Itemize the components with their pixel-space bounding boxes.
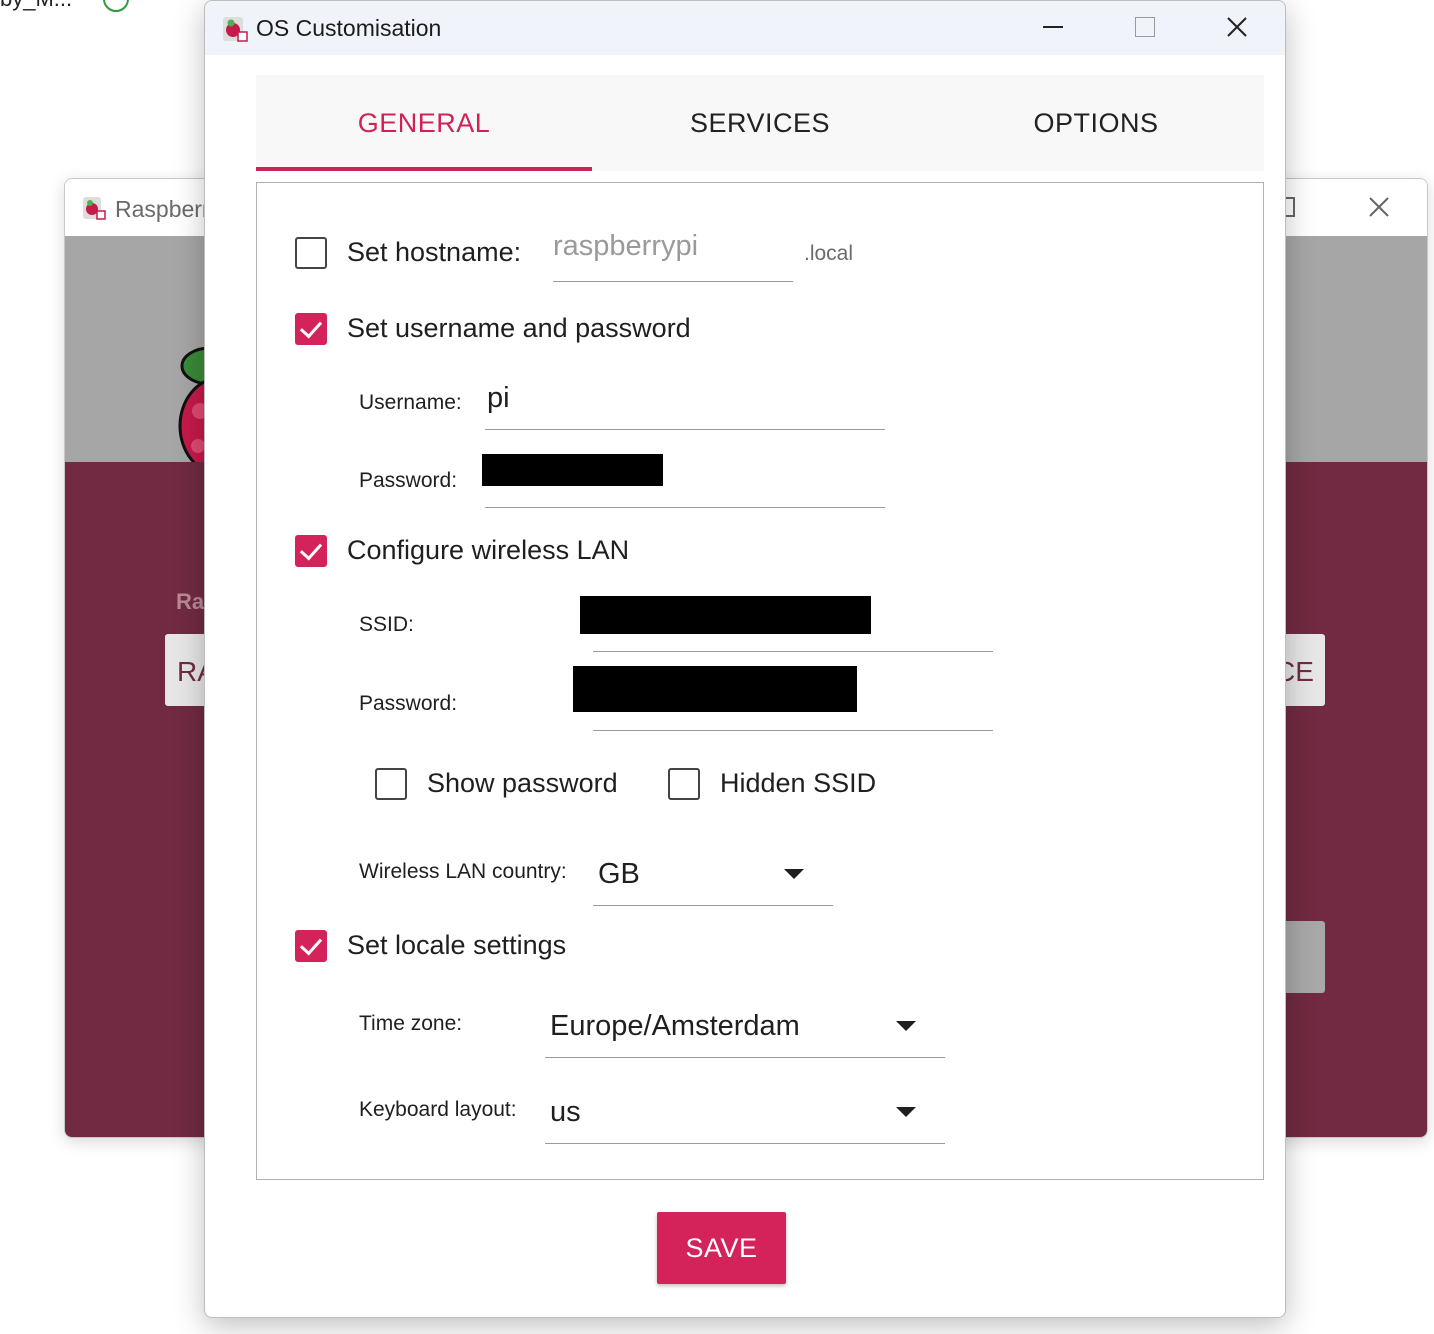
keyboard-layout-value: us (550, 1096, 581, 1128)
wireless-country-label: Wireless LAN country: (359, 860, 567, 883)
configure-wireless-lan-label: Configure wireless LAN (347, 535, 630, 565)
wireless-country-select[interactable]: GB (593, 857, 833, 906)
sync-status-icon (103, 0, 129, 12)
wifi-password-label: Password: (359, 692, 458, 715)
wifi-password-redaction (573, 666, 857, 712)
general-settings-panel: Set hostname: raspberrypi .local Set use… (256, 182, 1264, 1180)
tab-options[interactable]: OPTIONS (928, 75, 1264, 171)
password-redaction (482, 454, 663, 486)
set-hostname-checkbox[interactable] (295, 237, 327, 269)
tab-bar: GENERAL SERVICES OPTIONS (256, 75, 1264, 171)
minimize-icon (1043, 26, 1063, 28)
hostname-suffix: .local (804, 242, 854, 265)
username-input[interactable]: pi (485, 381, 885, 430)
background-section-label: Ra (176, 589, 205, 614)
active-tab-indicator (256, 167, 592, 171)
username-label: Username: (359, 391, 462, 414)
os-customisation-dialog: OS Customisation GENERAL SERVICES OPTION… (204, 0, 1286, 1318)
chevron-down-icon (784, 869, 804, 879)
set-locale-label: Set locale settings (347, 930, 567, 960)
hostname-input[interactable]: raspberrypi (553, 230, 793, 282)
timezone-value: Europe/Amsterdam (550, 1010, 800, 1042)
configure-wireless-lan-checkbox[interactable] (295, 535, 327, 567)
tab-general[interactable]: GENERAL (256, 75, 592, 171)
hostname-placeholder: raspberrypi (553, 230, 699, 262)
hidden-ssid-label: Hidden SSID (720, 768, 877, 798)
show-password-checkbox[interactable] (375, 768, 407, 800)
desktop-file-label[interactable]: by_M... (0, 0, 72, 12)
username-value: pi (487, 382, 510, 414)
minimize-button[interactable] (1007, 1, 1099, 55)
dialog-titlebar: OS Customisation (205, 1, 1285, 55)
chevron-down-icon (896, 1107, 916, 1117)
password-label: Password: (359, 469, 458, 492)
maximize-button[interactable] (1099, 1, 1191, 55)
tab-services[interactable]: SERVICES (592, 75, 928, 171)
save-button[interactable]: SAVE (657, 1212, 786, 1284)
set-username-password-label: Set username and password (347, 313, 691, 343)
chevron-down-icon (896, 1021, 916, 1031)
close-button[interactable] (1191, 1, 1283, 55)
set-hostname-label: Set hostname: (347, 237, 522, 267)
ssid-redaction (580, 596, 871, 634)
wireless-country-value: GB (598, 858, 640, 890)
maximize-icon (1135, 17, 1155, 37)
dialog-title: OS Customisation (256, 15, 442, 41)
ssid-label: SSID: (359, 613, 414, 636)
set-locale-checkbox[interactable] (295, 930, 327, 962)
close-icon (1227, 17, 1247, 37)
close-icon[interactable] (1365, 193, 1393, 221)
show-password-label: Show password (427, 768, 618, 798)
hidden-ssid-checkbox[interactable] (668, 768, 700, 800)
raspberry-pi-app-icon (83, 197, 106, 220)
background-window-title: Raspberr (115, 196, 210, 222)
timezone-select[interactable]: Europe/Amsterdam (545, 1009, 945, 1058)
set-username-password-checkbox[interactable] (295, 313, 327, 345)
timezone-label: Time zone: (359, 1012, 463, 1035)
keyboard-layout-label: Keyboard layout: (359, 1098, 517, 1121)
keyboard-layout-select[interactable]: us (545, 1095, 945, 1144)
raspberry-pi-app-icon (223, 17, 248, 42)
